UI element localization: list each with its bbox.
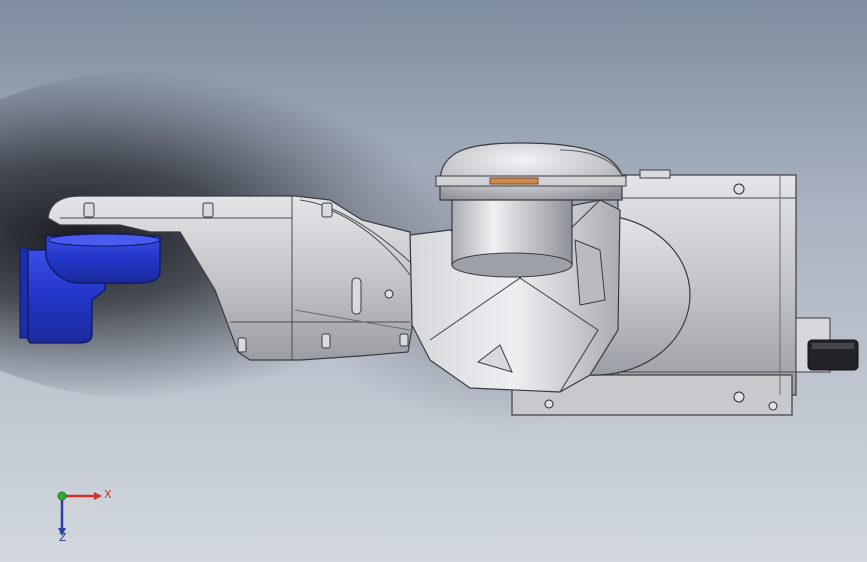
x-axis-label: X [104,488,112,501]
robot-arm-model[interactable] [0,0,867,562]
y-axis-dot [57,491,67,501]
z-axis-label: Z [59,531,67,544]
rear-connector[interactable] [795,317,859,373]
dome-cap[interactable] [435,142,627,201]
coordinate-triad [57,491,102,536]
x-axis-arrowhead [94,492,102,500]
cad-viewport[interactable]: X Z [0,0,867,562]
triad-plane [62,496,92,526]
blue-end-effector[interactable] [19,233,161,344]
